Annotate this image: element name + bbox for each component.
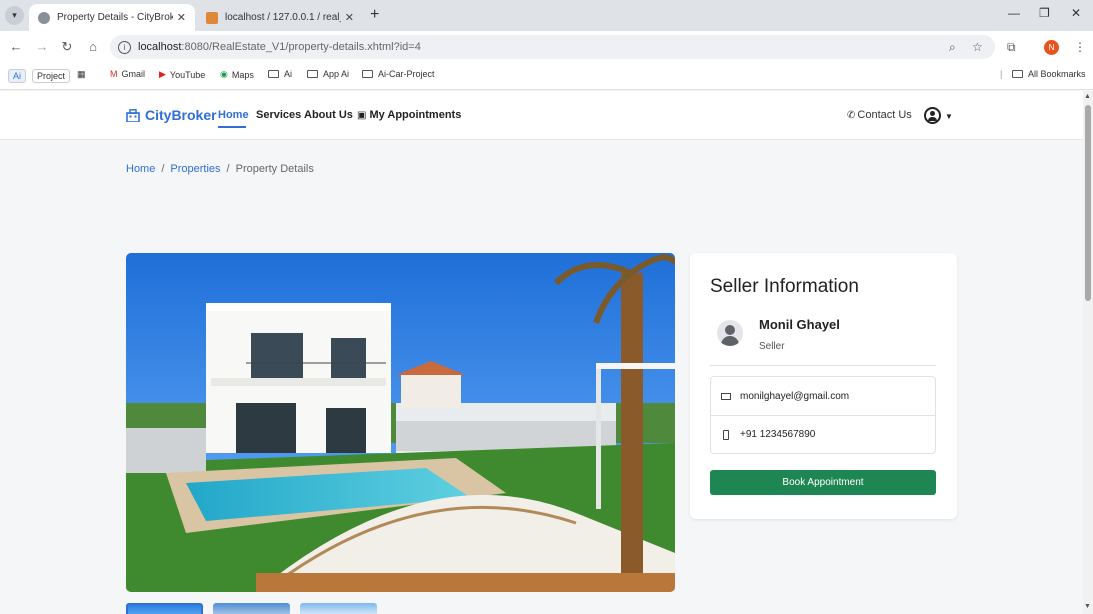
zoom-icon[interactable]: ⌕ [949,40,956,55]
brand-name: CityBroker [145,107,217,123]
phpmyadmin-icon [206,11,218,24]
nav-about-us[interactable]: About Us [304,109,353,121]
villa-pool-illustration [126,253,675,592]
all-bookmarks[interactable]: All Bookmarks [1012,69,1086,79]
book-appointment-button[interactable]: Book Appointment [710,470,936,495]
bookmarks-bar: Ai Project ▦ M Gmail ▶ YouTube ◉ Maps Ai Ap… [0,63,1093,90]
address-bar[interactable]: i localhost:8080/RealEstate_V1/property-… [110,35,995,59]
close-icon[interactable]: ✕ [177,11,186,24]
nav-home[interactable]: Home [218,109,249,121]
youtube-icon: ▶ [159,69,166,79]
new-tab-button[interactable]: + [370,6,379,24]
avatar [717,320,743,346]
envelope-icon [721,392,731,400]
browser-tab-strip: ▾ Property Details - CityBroker ✕ localh… [0,0,1093,31]
tab-phpmyadmin[interactable]: localhost / 127.0.0.1 / real_estat ✕ [197,4,363,31]
bookmark-youtube[interactable]: ▶ YouTube [159,69,205,80]
brand-logo[interactable]: CityBroker [126,107,217,123]
phone-icon: ✆ [847,110,856,121]
menu-icon[interactable]: ⋮ [1074,40,1086,54]
apps-grid-icon[interactable]: ▦ [77,69,86,80]
breadcrumb-separator: / [161,163,165,175]
bookmark-star-icon[interactable]: ☆ [972,40,983,54]
thumbnail-1[interactable] [126,603,203,614]
bookmark-project[interactable]: Project [32,69,71,83]
folder-icon [362,70,373,78]
profile-avatar[interactable]: N [1044,40,1059,55]
browser-toolbar: ← → ↻ ⌂ i localhost:8080/RealEstate_V1/p… [0,31,1093,63]
bookmark-ai[interactable]: Ai [8,69,27,83]
nav-services[interactable]: Services [256,109,301,121]
address-url: localhost:8080/RealEstate_V1/property-de… [138,41,421,53]
building-icon [126,108,140,122]
bookmarks-divider: | [1000,69,1003,79]
minimize-button[interactable]: — [1008,6,1020,20]
seller-phone-row[interactable]: +91 1234567890 [711,415,935,453]
seller-email: monilghayel@gmail.com [740,390,850,402]
tab-search-button[interactable]: ▾ [5,6,24,25]
breadcrumb-separator: / [226,163,230,175]
property-main-image[interactable] [126,253,675,592]
scrollbar-thumb[interactable] [1085,105,1091,301]
close-icon[interactable]: ✕ [345,11,354,24]
folder-icon [307,70,318,78]
extensions-icon[interactable]: ⧉ [1007,40,1016,55]
page-scrollbar[interactable]: ▲ ▼ [1083,91,1093,614]
thumbnail-3[interactable] [300,603,377,614]
folder-icon [268,70,279,78]
bookmark-gmail[interactable]: M Gmail [110,69,145,79]
nav-contact-us[interactable]: ✆ Contact Us [847,109,912,121]
reload-button[interactable]: ↻ [59,39,75,55]
home-button[interactable]: ⌂ [85,39,101,54]
nav-my-appointments[interactable]: ▣ My Appointments [357,109,461,121]
forward-button[interactable]: → [34,39,50,54]
seller-email-row[interactable]: monilghayel@gmail.com [711,377,935,415]
bookmark-folder-ai-car-project[interactable]: Ai-Car-Project [362,69,435,79]
chevron-down-icon[interactable]: ▼ [945,112,953,121]
gmail-icon: M [110,69,118,79]
seller-phone: +91 1234567890 [740,429,816,440]
seller-contact-list: monilghayel@gmail.com +91 1234567890 [710,376,936,454]
tab-property-details[interactable]: Property Details - CityBroker ✕ [29,4,195,31]
calendar-icon: ▣ [357,110,367,121]
back-button[interactable]: ← [8,39,24,54]
folder-icon [1012,70,1023,78]
user-account-icon[interactable] [924,107,941,124]
site-info-icon[interactable]: i [118,40,131,54]
breadcrumb-current: Property Details [235,163,314,175]
seller-role: Seller [759,341,785,352]
globe-icon [38,11,50,24]
tab-title: Property Details - CityBroker [57,12,173,23]
seller-heading: Seller Information [710,276,859,297]
restore-button[interactable]: ❐ [1039,6,1050,20]
bookmark-maps[interactable]: ◉ Maps [220,69,254,80]
scroll-down-arrow-icon[interactable]: ▼ [1084,603,1091,610]
breadcrumb-properties[interactable]: Properties [170,163,220,175]
breadcrumb-home[interactable]: Home [126,163,155,175]
scroll-up-arrow-icon[interactable]: ▲ [1084,93,1091,100]
thumbnail-2[interactable] [213,603,290,614]
seller-information-card: Seller Information Monil Ghayel Seller m… [690,253,957,519]
bookmark-folder-ai[interactable]: Ai [268,69,292,79]
divider [710,365,936,366]
thumbnail-strip [126,603,377,614]
mobile-phone-icon [723,429,729,440]
breadcrumb: Home / Properties / Property Details [126,163,314,175]
window-close-button[interactable]: ✕ [1071,6,1081,20]
site-navbar: CityBroker Home Services About Us ▣ My Ap… [0,91,1083,140]
tab-title: localhost / 127.0.0.1 / real_estat [225,12,341,23]
page-viewport: CityBroker Home Services About Us ▣ My Ap… [0,91,1083,614]
seller-name: Monil Ghayel [759,317,840,332]
bookmark-folder-app-ai[interactable]: App Ai [307,69,349,79]
maps-pin-icon: ◉ [220,69,228,79]
nav-active-indicator [218,126,246,128]
